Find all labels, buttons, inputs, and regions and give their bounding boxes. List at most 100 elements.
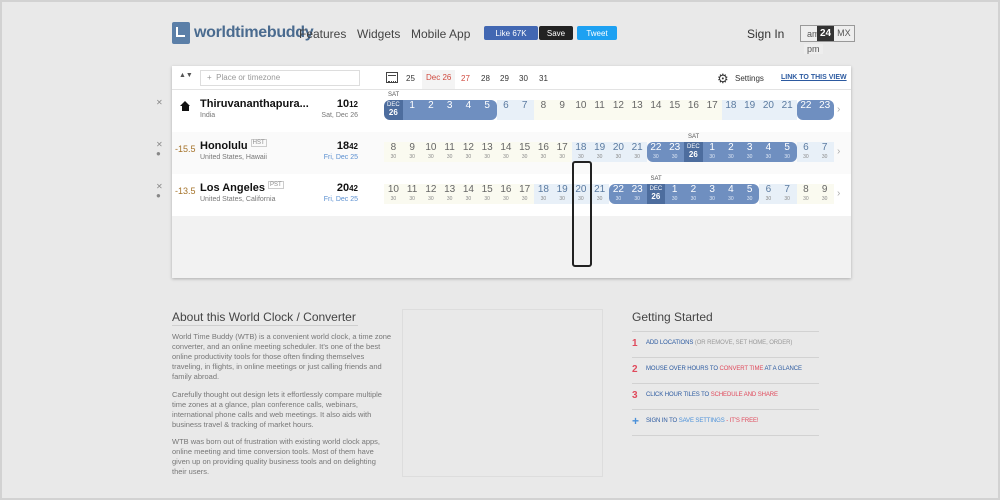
hour-tile[interactable]: 4 30 <box>759 142 778 162</box>
hour-tile[interactable]: 5 30 <box>777 142 797 162</box>
hour-tile[interactable]: 12 30 <box>421 184 441 204</box>
link-to-this-view[interactable]: LINK TO THIS VIEW <box>781 74 847 81</box>
hour-tile[interactable]: 17 30 <box>515 184 534 204</box>
date-tab-30[interactable]: 30 <box>519 74 528 83</box>
date-tab-28[interactable]: 28 <box>481 74 490 83</box>
drag-handle-icon[interactable]: ● <box>156 149 161 158</box>
hour-tile[interactable]: 16 30 <box>496 184 516 204</box>
hour-tile[interactable]: 14 30 <box>496 142 516 162</box>
getting-started-item[interactable]: 3 CLICK HOUR TILES TO SCHEDULE AND SHARE <box>632 383 819 408</box>
hour-tile[interactable]: 12 30 <box>459 142 478 162</box>
hour-tile[interactable]: 21 <box>777 100 797 120</box>
hour-tile[interactable]: 23 <box>815 100 834 120</box>
hour-tile[interactable]: 6 30 <box>796 142 816 162</box>
hour-tile[interactable]: 18 30 <box>534 184 553 204</box>
hour-tile[interactable]: 8 30 <box>384 142 403 162</box>
hour-tile[interactable]: 18 30 <box>571 142 591 162</box>
hour-tile[interactable]: 22 <box>796 100 816 120</box>
calendar-icon[interactable] <box>386 72 398 83</box>
sort-arrows-icon[interactable]: ▲▼ <box>179 72 193 79</box>
hour-tile[interactable]: 11 30 <box>440 142 459 162</box>
facebook-like-button[interactable]: Like 67K <box>484 26 538 40</box>
hour-tile[interactable]: DEC 26 <box>684 142 703 162</box>
hour-tile[interactable]: 14 <box>646 100 666 120</box>
tweet-button[interactable]: Tweet <box>577 26 617 40</box>
pinterest-save-button[interactable]: Save <box>539 26 573 40</box>
hour-tile[interactable]: 20 30 <box>571 184 591 204</box>
date-tab-31[interactable]: 31 <box>539 74 548 83</box>
hour-tile[interactable]: 8 30 <box>796 184 816 204</box>
nav-mobile-app[interactable]: Mobile App <box>411 27 470 41</box>
hour-tile[interactable]: 5 <box>477 100 497 120</box>
hour-tile[interactable]: 21 30 <box>627 142 647 162</box>
hour-tile[interactable]: 15 <box>665 100 684 120</box>
date-tab-29[interactable]: 29 <box>500 74 509 83</box>
hour-tile[interactable]: 19 30 <box>552 184 572 204</box>
hour-tile[interactable]: 22 30 <box>609 184 628 204</box>
hour-tile[interactable]: 13 30 <box>477 142 497 162</box>
hour-tile[interactable]: 23 30 <box>665 142 684 162</box>
nav-features[interactable]: Features <box>299 27 346 41</box>
logo[interactable]: worldtimebuddy <box>172 22 314 44</box>
hour-tile[interactable]: 17 30 <box>552 142 572 162</box>
hour-tile[interactable]: 20 30 <box>609 142 628 162</box>
chevron-right-icon[interactable]: › <box>837 146 840 157</box>
hour-tile[interactable]: 12 <box>609 100 628 120</box>
hour-tile[interactable]: DEC 26 <box>384 100 403 120</box>
nav-widgets[interactable]: Widgets <box>357 27 400 41</box>
hour-tile[interactable]: 2 30 <box>684 184 703 204</box>
hour-tile[interactable]: 22 30 <box>646 142 666 162</box>
chevron-right-icon[interactable]: › <box>837 188 840 199</box>
hour-tile[interactable]: 11 30 <box>402 184 422 204</box>
24h-option[interactable]: 24 <box>817 26 835 41</box>
hour-tile[interactable]: 15 30 <box>477 184 497 204</box>
hour-tile[interactable]: 10 30 <box>384 184 403 204</box>
hour-tile[interactable]: 19 <box>740 100 759 120</box>
settings-link[interactable]: Settings <box>735 74 764 83</box>
hour-tile[interactable]: 10 <box>571 100 591 120</box>
hour-tile[interactable]: 16 30 <box>534 142 553 162</box>
getting-started-item[interactable]: + SIGN IN TO SAVE SETTINGS - IT'S FREE! <box>632 409 819 436</box>
hour-tile[interactable]: 1 <box>402 100 422 120</box>
hour-tile[interactable]: 9 <box>552 100 572 120</box>
ampm-option[interactable]: am pm <box>801 26 823 54</box>
remove-icon[interactable]: ✕ <box>156 140 163 149</box>
hour-tile[interactable]: 2 <box>421 100 441 120</box>
hour-tile[interactable]: 3 <box>440 100 459 120</box>
hour-tile[interactable]: 6 <box>496 100 516 120</box>
hour-tile[interactable]: 17 <box>702 100 722 120</box>
hour-tile[interactable]: 5 30 <box>740 184 759 204</box>
hour-tile[interactable]: 7 30 <box>777 184 797 204</box>
hour-tile[interactable]: 2 30 <box>721 142 741 162</box>
date-tab-25[interactable]: 25 <box>406 74 415 83</box>
hour-tile[interactable]: 18 <box>721 100 741 120</box>
home-icon[interactable] <box>180 101 191 112</box>
hour-tile[interactable]: 15 30 <box>515 142 534 162</box>
add-place-input[interactable]: + Place or timezone <box>200 70 360 86</box>
drag-handle-icon[interactable]: ● <box>156 191 161 200</box>
hour-tile[interactable]: 20 <box>759 100 778 120</box>
getting-started-item[interactable]: 2 MOUSE OVER HOURS TO CONVERT TIME AT A … <box>632 357 819 382</box>
hour-tile[interactable]: 7 30 <box>815 142 834 162</box>
remove-icon[interactable]: ✕ <box>156 98 163 107</box>
date-tab-27[interactable]: 27 <box>461 74 470 83</box>
hour-tile[interactable]: 7 <box>515 100 534 120</box>
hour-tile[interactable]: 1 30 <box>665 184 684 204</box>
hour-tile[interactable]: 1 30 <box>702 142 722 162</box>
hour-tile[interactable]: 14 30 <box>459 184 478 204</box>
hour-tile[interactable]: DEC 26 <box>646 184 666 204</box>
getting-started-item[interactable]: 1 ADD LOCATIONS (OR REMOVE, SET HOME, OR… <box>632 331 819 356</box>
hour-tile[interactable]: 23 30 <box>627 184 647 204</box>
hour-tile[interactable]: 21 30 <box>590 184 609 204</box>
hour-tile[interactable]: 13 <box>627 100 647 120</box>
hour-tile[interactable]: 3 30 <box>702 184 722 204</box>
hour-tile[interactable]: 19 30 <box>590 142 609 162</box>
hour-tile[interactable]: 9 30 <box>402 142 422 162</box>
remove-icon[interactable]: ✕ <box>156 182 163 191</box>
hour-tile[interactable]: 16 <box>684 100 703 120</box>
hour-tile[interactable]: 10 30 <box>421 142 441 162</box>
hour-tile[interactable]: 13 30 <box>440 184 459 204</box>
hour-tile[interactable]: 4 <box>459 100 478 120</box>
hour-tile[interactable]: 8 <box>534 100 553 120</box>
hour-tile[interactable]: 9 30 <box>815 184 834 204</box>
